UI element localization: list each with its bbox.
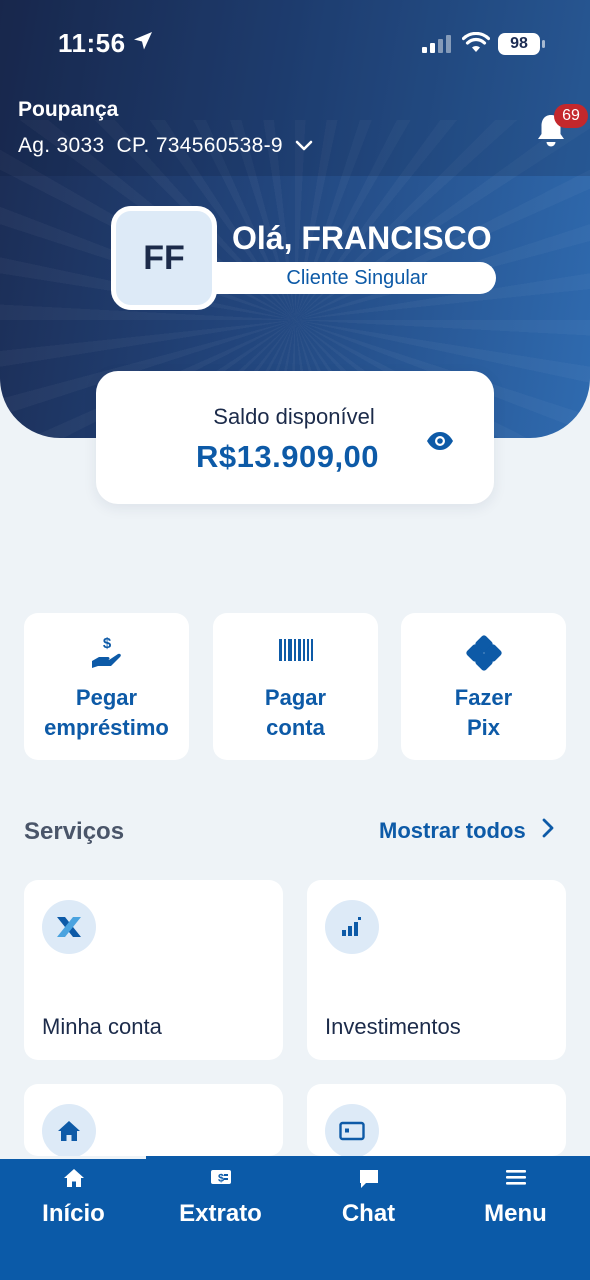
pay-bill-button[interactable]: Pagar conta [213, 613, 378, 760]
caixa-logo-icon [42, 900, 96, 954]
location-arrow-icon [132, 30, 154, 57]
show-all-label: Mostrar todos [379, 818, 526, 843]
bar-chart-icon [325, 900, 379, 954]
account-agency: Ag. 3033 [18, 134, 105, 157]
status-time: 11:56 [58, 28, 126, 58]
pay-bill-label: Pagar conta [264, 685, 327, 740]
card-icon [325, 1104, 379, 1156]
status-bar: 11:56 98 [0, 0, 590, 90]
house-icon [42, 1104, 96, 1156]
home-icon [0, 1168, 147, 1188]
svg-text:$: $ [217, 1173, 223, 1185]
pix-label: Fazer Pix [454, 685, 513, 740]
balance-card: Saldo disponível R$13.909,00 [96, 371, 494, 504]
svg-text:$: $ [102, 635, 111, 652]
wifi-icon [461, 31, 491, 59]
service-card-minha-conta[interactable]: Minha conta [24, 880, 283, 1060]
service-card-cards[interactable] [307, 1084, 566, 1156]
battery-indicator: 98 [498, 33, 545, 55]
tab-label: Início [42, 1200, 105, 1227]
chevron-right-icon [542, 818, 554, 844]
eye-icon[interactable] [426, 431, 454, 456]
tab-inicio[interactable]: Início [0, 1156, 147, 1266]
show-all-link[interactable]: Mostrar todos [379, 818, 554, 844]
tab-extrato[interactable]: $ Extrato [147, 1156, 294, 1266]
chat-icon [295, 1168, 442, 1190]
service-label: Investimentos [325, 1014, 461, 1039]
greeting: Olá, FRANCISCO [232, 220, 492, 256]
pix-icon [401, 635, 566, 671]
tab-label: Menu [484, 1200, 547, 1227]
barcode-icon [213, 635, 378, 671]
loan-label: Pegar empréstimo [44, 685, 169, 740]
loan-button[interactable]: $ Pegar empréstimo [24, 613, 189, 760]
notification-badge: 69 [554, 104, 588, 128]
client-tier: Cliente Singular [286, 267, 428, 289]
cellular-signal-icon [422, 35, 452, 58]
tab-label: Extrato [179, 1200, 262, 1227]
loan-hand-icon: $ [24, 635, 189, 671]
balance-label: Saldo disponível [213, 404, 375, 429]
chevron-down-icon [295, 134, 313, 158]
avatar[interactable]: FF [111, 206, 217, 310]
service-card-investimentos[interactable]: Investimentos [307, 880, 566, 1060]
account-number: CP. 734560538-9 [116, 134, 283, 157]
account-selector[interactable]: Ag. 3033 CP. 734560538-9 [18, 134, 313, 158]
account-type: Poupança [18, 98, 119, 121]
statement-icon: $ [147, 1168, 294, 1186]
tab-chat[interactable]: Chat [295, 1156, 442, 1266]
service-label: Minha conta [42, 1014, 162, 1039]
tab-menu[interactable]: Menu [442, 1156, 589, 1266]
service-card-housing[interactable] [24, 1084, 283, 1156]
balance-value: R$13.909,00 [196, 439, 380, 474]
services-title: Serviços [24, 818, 125, 845]
menu-icon [442, 1168, 589, 1186]
tab-label: Chat [341, 1200, 396, 1227]
pix-button[interactable]: Fazer Pix [401, 613, 566, 760]
